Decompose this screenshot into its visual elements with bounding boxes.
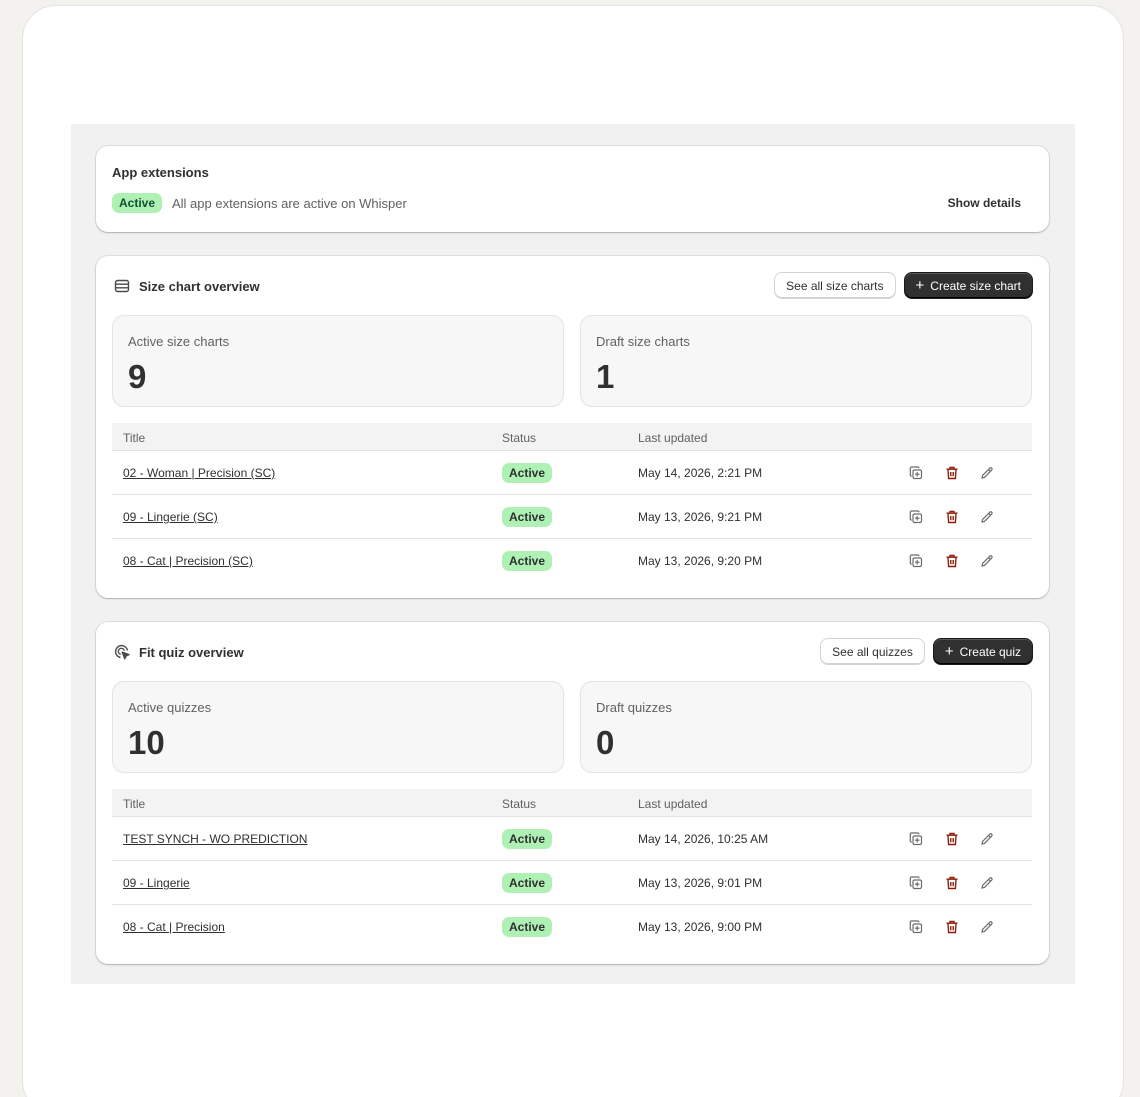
- row-title-link[interactable]: 09 - Lingerie: [123, 876, 190, 890]
- delete-icon[interactable]: [943, 552, 961, 570]
- active-size-charts-stat: Active size charts 9: [112, 315, 564, 407]
- edit-icon[interactable]: [978, 830, 996, 848]
- row-last-updated: May 14, 2026, 10:25 AM: [638, 832, 769, 846]
- active-quizzes-stat: Active quizzes 10: [112, 681, 564, 773]
- status-badge: Active: [502, 829, 553, 849]
- status-badge: Active: [502, 873, 553, 893]
- create-quiz-button[interactable]: + Create quiz: [932, 638, 1033, 665]
- app-extensions-card: App extensions Active All app extensions…: [96, 146, 1049, 232]
- delete-icon[interactable]: [943, 508, 961, 526]
- stat-label: Active quizzes: [128, 700, 212, 715]
- app-canvas: App extensions Active All app extensions…: [71, 124, 1075, 984]
- row-last-updated: May 13, 2026, 9:20 PM: [638, 554, 763, 568]
- delete-icon[interactable]: [943, 830, 961, 848]
- fit-quiz-table: Title Status Last updated TEST SYNCH - W…: [112, 789, 1032, 949]
- size-chart-header: Size chart overview See all size charts …: [112, 272, 1033, 300]
- row-title-link[interactable]: 02 - Woman | Precision (SC): [123, 466, 275, 480]
- delete-icon[interactable]: [943, 874, 961, 892]
- status-badge: Active: [502, 463, 553, 483]
- extensions-description: All app extensions are active on Whisper: [172, 196, 407, 211]
- app-extensions-title: App extensions: [112, 165, 209, 180]
- table-row: 08 - Cat | Precision Active May 13, 2026…: [112, 905, 1032, 949]
- create-quiz-label: Create quiz: [959, 644, 1021, 659]
- create-size-chart-button[interactable]: + Create size chart: [903, 272, 1033, 299]
- duplicate-icon[interactable]: [907, 464, 925, 482]
- cursor-target-icon: [114, 644, 130, 660]
- plus-icon: +: [944, 642, 954, 660]
- draft-quizzes-stat: Draft quizzes 0: [580, 681, 1032, 773]
- row-title-link[interactable]: TEST SYNCH - WO PREDICTION: [123, 832, 307, 846]
- duplicate-icon[interactable]: [907, 874, 925, 892]
- row-title-link[interactable]: 08 - Cat | Precision (SC): [123, 554, 253, 568]
- duplicate-icon[interactable]: [907, 830, 925, 848]
- plus-icon: +: [915, 276, 925, 294]
- row-last-updated: May 13, 2026, 9:00 PM: [638, 920, 763, 934]
- row-title-link[interactable]: 09 - Lingerie (SC): [123, 510, 218, 524]
- row-last-updated: May 13, 2026, 9:21 PM: [638, 510, 763, 524]
- table-row: TEST SYNCH - WO PREDICTION Active May 14…: [112, 817, 1032, 861]
- stat-value: 9: [128, 358, 147, 395]
- column-header-status: Status: [502, 431, 537, 445]
- row-last-updated: May 14, 2026, 2:21 PM: [638, 466, 763, 480]
- row-last-updated: May 13, 2026, 9:01 PM: [638, 876, 763, 890]
- edit-icon[interactable]: [978, 508, 996, 526]
- show-details-button[interactable]: Show details: [948, 196, 1021, 210]
- column-header-updated: Last updated: [638, 797, 708, 811]
- row-title-link[interactable]: 08 - Cat | Precision: [123, 920, 225, 934]
- see-all-quizzes-label: See all quizzes: [832, 644, 913, 659]
- table-list-icon: [114, 279, 130, 293]
- see-all-quizzes-button[interactable]: See all quizzes: [820, 638, 925, 665]
- size-chart-title: Size chart overview: [139, 279, 260, 294]
- fit-quiz-title: Fit quiz overview: [139, 645, 244, 660]
- status-badge: Active: [502, 507, 553, 527]
- edit-icon[interactable]: [978, 918, 996, 936]
- stat-label: Draft size charts: [596, 334, 690, 349]
- edit-icon[interactable]: [978, 552, 996, 570]
- column-header-title: Title: [123, 797, 146, 811]
- see-all-size-charts-label: See all size charts: [786, 278, 884, 293]
- stat-value: 1: [596, 358, 615, 395]
- fit-quiz-overview-card: Fit quiz overview See all quizzes + Creat…: [96, 622, 1049, 964]
- duplicate-icon[interactable]: [907, 552, 925, 570]
- see-all-size-charts-button[interactable]: See all size charts: [774, 272, 896, 299]
- table-header: Title Status Last updated: [112, 423, 1032, 451]
- create-size-chart-label: Create size chart: [930, 278, 1021, 293]
- table-row: 09 - Lingerie (SC) Active May 13, 2026, …: [112, 495, 1032, 539]
- column-header-title: Title: [123, 431, 146, 445]
- stat-label: Active size charts: [128, 334, 230, 349]
- delete-icon[interactable]: [943, 918, 961, 936]
- stat-label: Draft quizzes: [596, 700, 672, 715]
- table-header: Title Status Last updated: [112, 789, 1032, 817]
- duplicate-icon[interactable]: [907, 918, 925, 936]
- edit-icon[interactable]: [978, 874, 996, 892]
- size-chart-overview-card: Size chart overview See all size charts …: [96, 256, 1049, 598]
- table-row: 02 - Woman | Precision (SC) Active May 1…: [112, 451, 1032, 495]
- size-chart-table: Title Status Last updated 02 - Woman | P…: [112, 423, 1032, 583]
- fit-quiz-header: Fit quiz overview See all quizzes + Creat…: [112, 638, 1033, 666]
- table-row: 09 - Lingerie Active May 13, 2026, 9:01 …: [112, 861, 1032, 905]
- extensions-status-badge: Active: [112, 193, 163, 213]
- stat-value: 10: [128, 724, 165, 761]
- duplicate-icon[interactable]: [907, 508, 925, 526]
- stat-value: 0: [596, 724, 615, 761]
- edit-icon[interactable]: [978, 464, 996, 482]
- status-badge: Active: [502, 551, 553, 571]
- table-row: 08 - Cat | Precision (SC) Active May 13,…: [112, 539, 1032, 583]
- delete-icon[interactable]: [943, 464, 961, 482]
- column-header-status: Status: [502, 797, 537, 811]
- column-header-updated: Last updated: [638, 431, 708, 445]
- status-badge: Active: [502, 917, 553, 937]
- draft-size-charts-stat: Draft size charts 1: [580, 315, 1032, 407]
